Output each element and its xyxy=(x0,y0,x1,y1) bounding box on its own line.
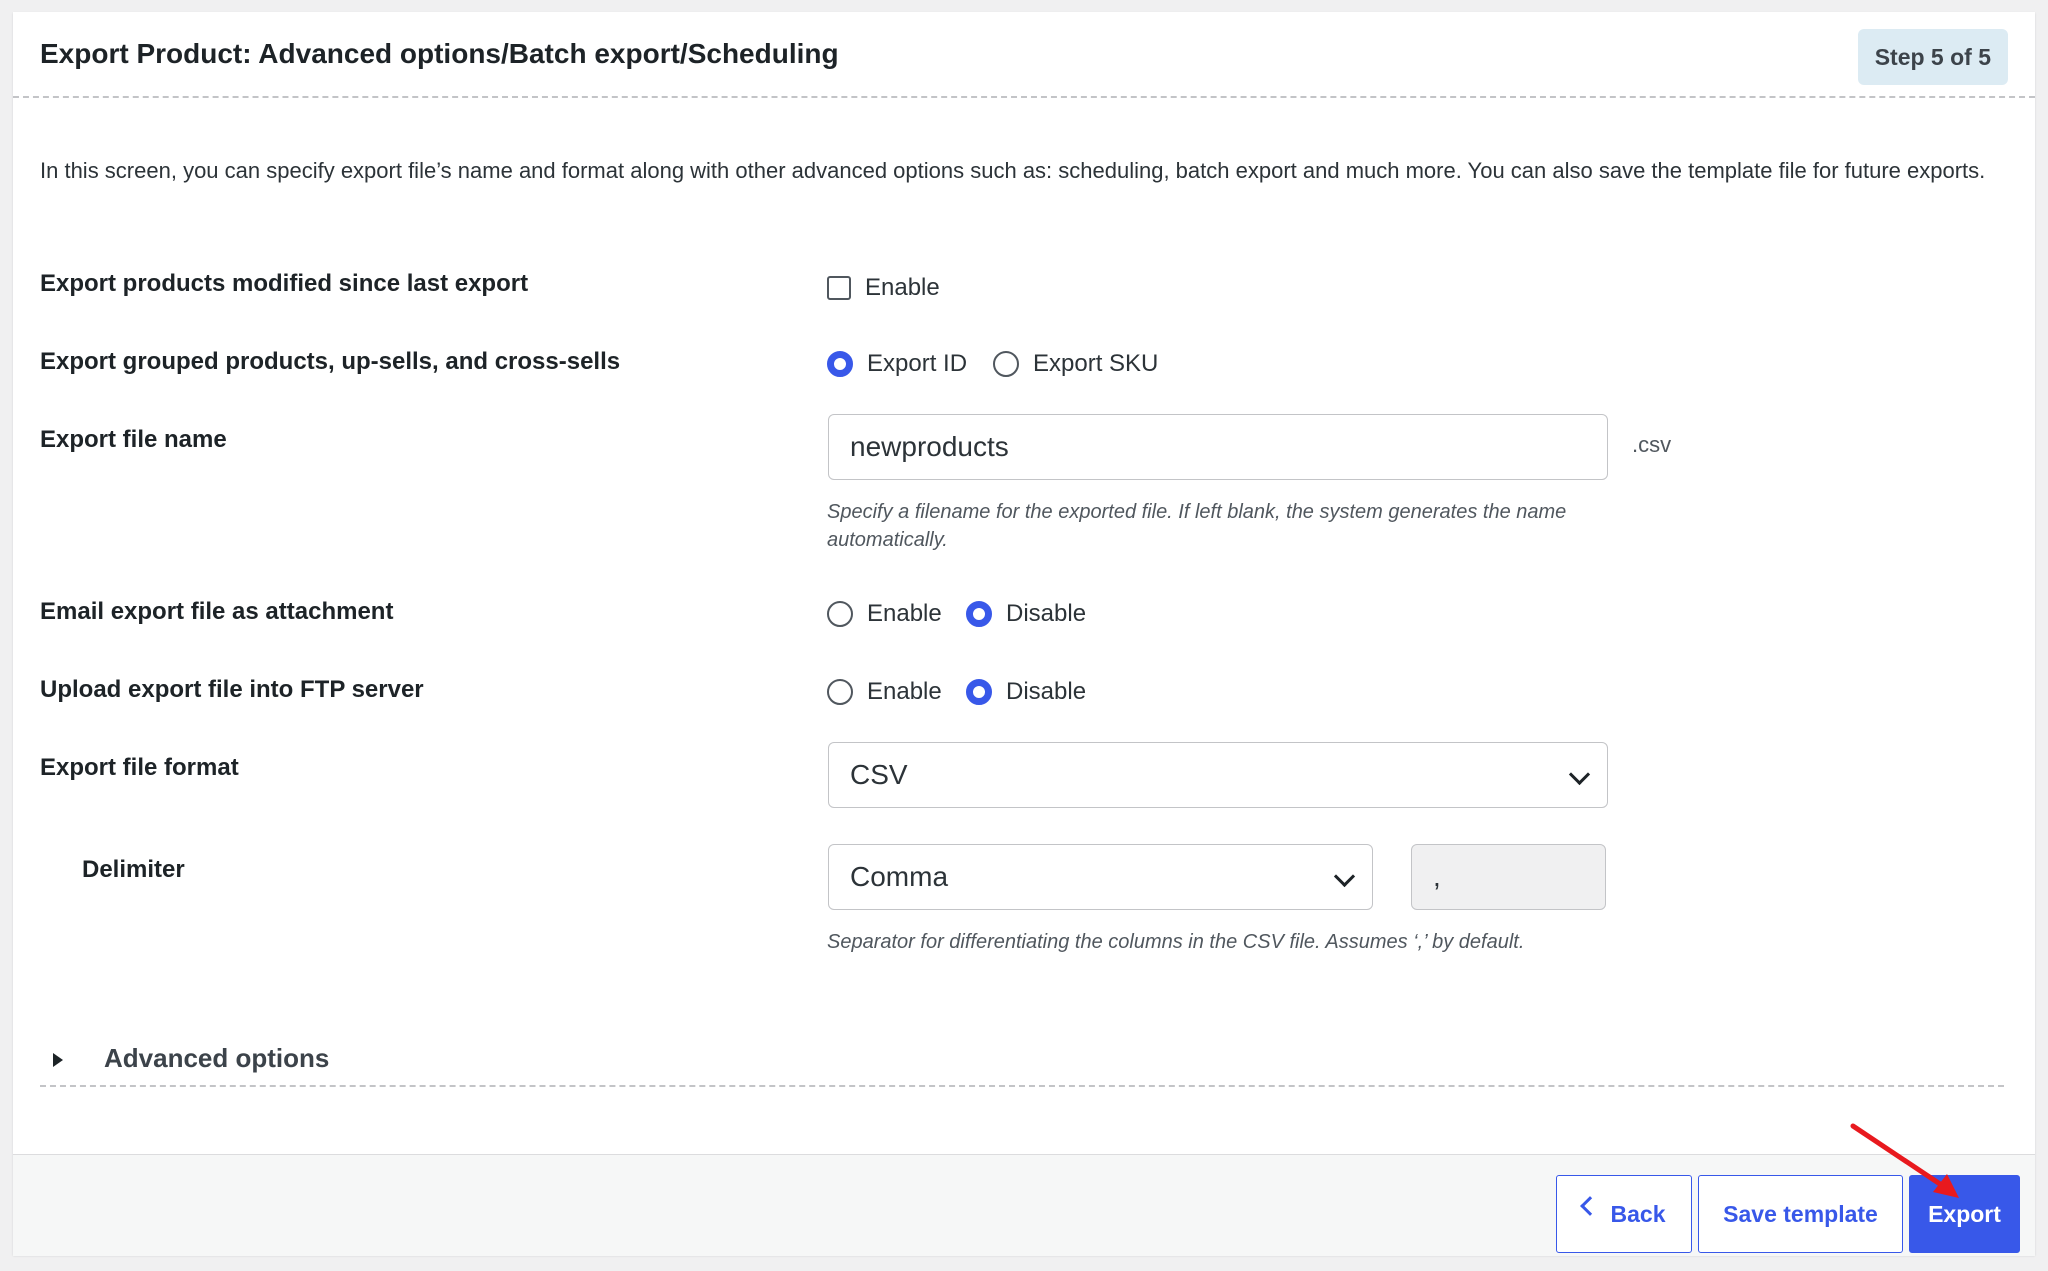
export-sku-label: Export SKU xyxy=(1033,350,1159,377)
delimiter-select[interactable]: Comma xyxy=(828,844,1373,910)
save-template-label: Save template xyxy=(1723,1200,1878,1227)
ftp-enable-option[interactable]: Enable xyxy=(827,678,942,706)
ftp-disable-label: Disable xyxy=(1006,678,1087,705)
page-title: Export Product: Advanced options/Batch e… xyxy=(40,38,839,69)
chevron-left-icon xyxy=(1579,1196,1600,1216)
export-panel: Export Product: Advanced options/Batch e… xyxy=(13,12,2035,1256)
modified-since-checkbox[interactable] xyxy=(827,276,851,300)
email-attachment-label: Email export file as attachment xyxy=(40,598,394,625)
delimiter-hint: Separator for differentiating the column… xyxy=(827,931,1525,953)
export-id-radio[interactable] xyxy=(827,351,853,377)
file-extension-suffix: .csv xyxy=(1632,432,1672,457)
back-button[interactable]: Back xyxy=(1556,1175,1692,1253)
grouped-products-label: Export grouped products, up-sells, and c… xyxy=(40,348,621,375)
file-name-input[interactable]: newproducts xyxy=(828,414,1608,480)
email-disable-radio[interactable] xyxy=(966,601,992,627)
advanced-options-toggle[interactable]: Advanced options xyxy=(40,1033,2004,1087)
delimiter-value: Comma xyxy=(850,861,949,892)
file-format-value: CSV xyxy=(850,759,908,790)
intro-text: In this screen, you can specify export f… xyxy=(40,158,1986,183)
advanced-options-label: Advanced options xyxy=(104,1043,330,1073)
export-button-label: Export xyxy=(1928,1200,2001,1227)
delimiter-label: Delimiter xyxy=(82,856,185,883)
modified-since-option-label: Enable xyxy=(865,274,940,301)
chevron-down-icon xyxy=(1568,763,1591,786)
export-sku-option[interactable]: Export SKU xyxy=(993,350,1158,378)
email-disable-option[interactable]: Disable xyxy=(966,600,1086,628)
ftp-enable-label: Enable xyxy=(867,678,942,705)
email-enable-radio[interactable] xyxy=(827,601,853,627)
export-id-label: Export ID xyxy=(867,350,968,377)
email-enable-option[interactable]: Enable xyxy=(827,600,942,628)
file-name-label: Export file name xyxy=(40,426,227,453)
ftp-upload-label: Upload export file into FTP server xyxy=(40,676,424,703)
ftp-disable-option[interactable]: Disable xyxy=(966,678,1086,706)
back-button-label: Back xyxy=(1610,1200,1666,1227)
ftp-disable-radio[interactable] xyxy=(966,679,992,705)
delimiter-char-field: , xyxy=(1411,844,1606,910)
step-badge: Step 5 of 5 xyxy=(1857,29,2008,85)
file-format-select[interactable]: CSV xyxy=(828,742,1608,808)
file-format-label: Export file format xyxy=(40,754,239,781)
export-button[interactable]: Export xyxy=(1909,1175,2020,1253)
email-disable-label: Disable xyxy=(1006,600,1087,627)
export-sku-radio[interactable] xyxy=(993,351,1019,377)
email-enable-label: Enable xyxy=(867,600,942,627)
panel-footer: Back Save template Export xyxy=(13,1154,2035,1256)
modified-since-option[interactable]: Enable xyxy=(827,274,940,302)
ftp-enable-radio[interactable] xyxy=(827,679,853,705)
panel-header: Export Product: Advanced options/Batch e… xyxy=(13,12,2035,98)
caret-right-icon xyxy=(53,1053,63,1067)
file-name-hint: Specify a filename for the exported file… xyxy=(827,501,1567,551)
modified-since-label: Export products modified since last expo… xyxy=(40,270,529,297)
chevron-down-icon xyxy=(1333,865,1356,888)
save-template-button[interactable]: Save template xyxy=(1698,1175,1903,1253)
export-id-option[interactable]: Export ID xyxy=(827,350,967,378)
